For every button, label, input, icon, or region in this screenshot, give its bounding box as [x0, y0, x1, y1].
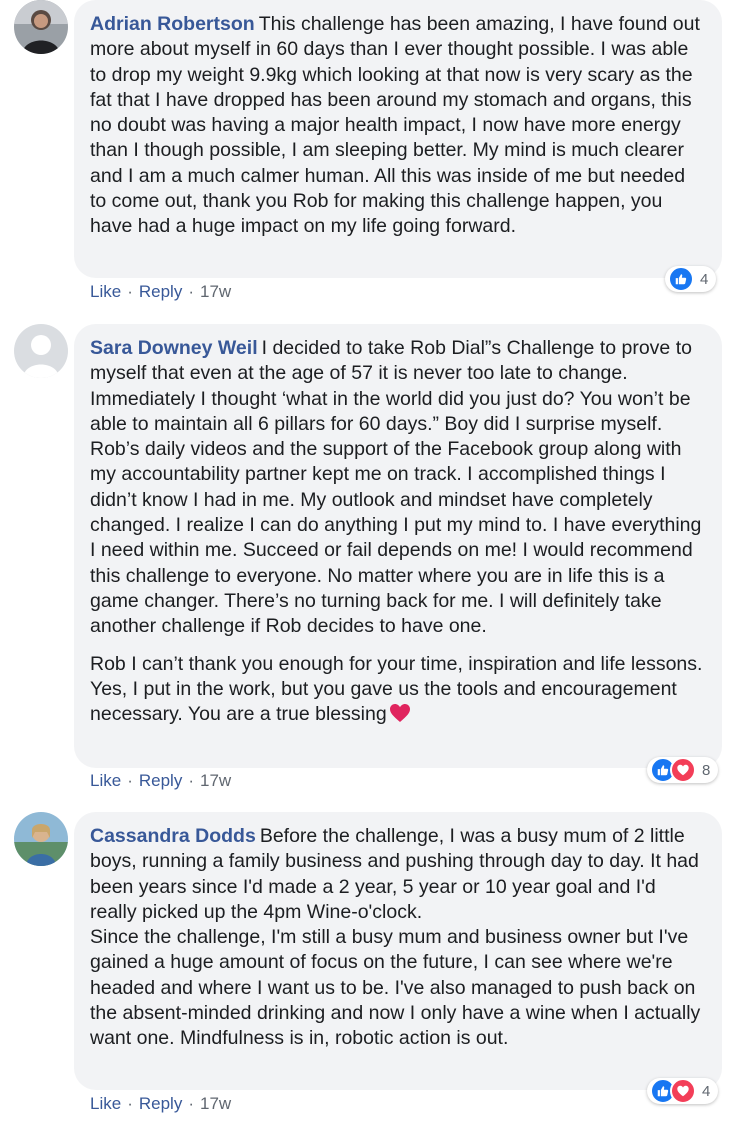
separator-dot: ·: [188, 771, 194, 790]
reaction-count: 4: [702, 1082, 711, 1100]
reaction-count: 4: [700, 270, 709, 288]
thumbs-up-icon: [668, 266, 694, 292]
comment-actions: Like · Reply · 17w: [90, 282, 231, 302]
red-heart-emoji-icon: [389, 703, 411, 723]
heart-icon: [670, 1078, 696, 1104]
default-avatar-icon[interactable]: [14, 324, 68, 378]
timestamp[interactable]: 17w: [200, 282, 231, 302]
comment-body: This challenge has been amazing, I have …: [90, 13, 700, 238]
timestamp[interactable]: 17w: [200, 771, 231, 791]
comment-text: Adrian Robertson This challenge has been …: [90, 12, 706, 240]
author-name[interactable]: Cassandra Dodds: [90, 825, 256, 847]
like-link[interactable]: Like: [90, 282, 121, 302]
author-name[interactable]: Sara Downey Weil: [90, 337, 258, 359]
reaction-summary[interactable]: 4: [665, 266, 717, 292]
separator-dot: ·: [127, 282, 133, 301]
comment-body: Before the challenge, I was a busy mum o…: [90, 825, 701, 1050]
heart-icon: [670, 757, 696, 783]
comment-text: Cassandra Dodds Before the challenge, I w…: [90, 824, 706, 1052]
separator-dot: ·: [188, 282, 194, 301]
reaction-count: 8: [702, 761, 711, 779]
reply-link[interactable]: Reply: [139, 282, 182, 302]
reply-link[interactable]: Reply: [139, 1094, 182, 1114]
avatar[interactable]: [14, 812, 68, 866]
comment-actions: Like · Reply · 17w: [90, 1094, 231, 1114]
comment-bubble: Sara Downey Weil I decided to take Rob Di…: [74, 324, 722, 768]
timestamp[interactable]: 17w: [200, 1094, 231, 1114]
like-link[interactable]: Like: [90, 771, 121, 791]
reply-link[interactable]: Reply: [139, 771, 182, 791]
comment-text: Sara Downey Weil I decided to take Rob Di…: [90, 336, 706, 640]
comment-bubble: Cassandra Dodds Before the challenge, I w…: [74, 812, 722, 1090]
reaction-summary[interactable]: 8: [647, 757, 719, 783]
like-link[interactable]: Like: [90, 1094, 121, 1114]
avatar[interactable]: [14, 0, 68, 54]
comment-text: Rob I can’t thank you enough for your ti…: [90, 652, 706, 728]
separator-dot: ·: [127, 771, 133, 790]
author-name[interactable]: Adrian Robertson: [90, 13, 255, 35]
separator-dot: ·: [188, 1094, 194, 1113]
comment-actions: Like · Reply · 17w: [90, 771, 231, 791]
comment-bubble: Adrian Robertson This challenge has been …: [74, 0, 722, 278]
separator-dot: ·: [127, 1094, 133, 1113]
comment-body: I decided to take Rob Dial”s Challenge t…: [90, 337, 702, 638]
reaction-summary[interactable]: 4: [647, 1078, 719, 1104]
